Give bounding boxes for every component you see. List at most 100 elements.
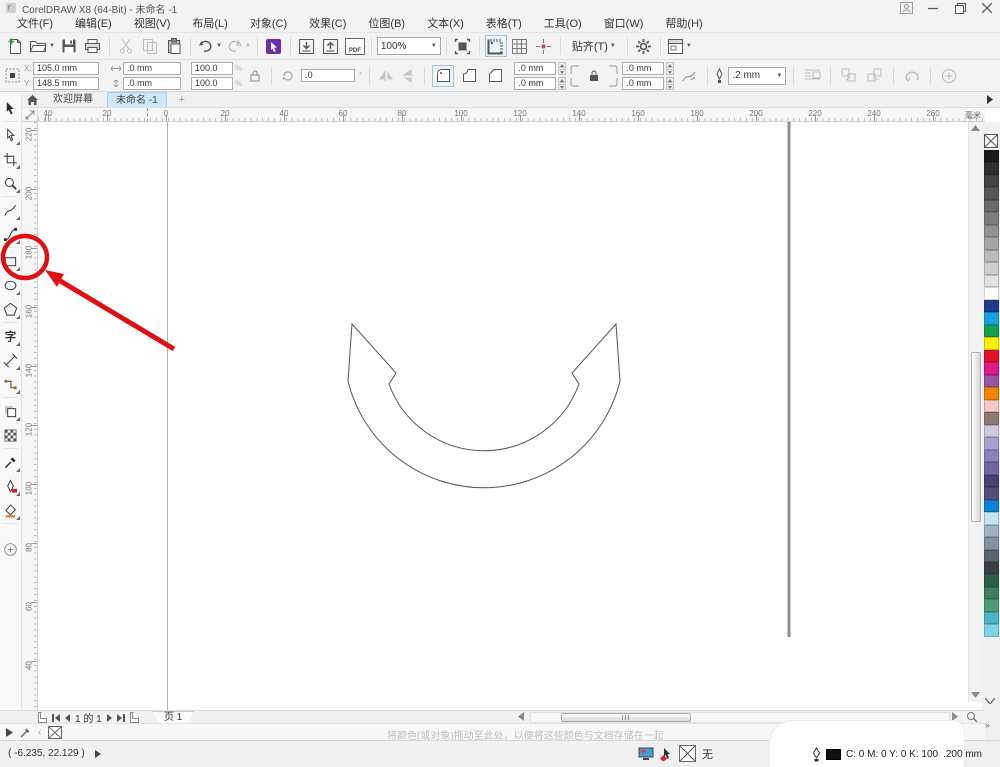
rotation-angle-field[interactable]: .0: [301, 69, 356, 82]
menu-item-3[interactable]: 布局(L): [181, 16, 238, 33]
palette-swatch-7[interactable]: [984, 237, 999, 250]
export-button[interactable]: [320, 35, 342, 57]
menu-item-1[interactable]: 编辑(E): [64, 16, 123, 33]
palette-swatch-26[interactable]: [984, 474, 999, 488]
curved-arrow-shape[interactable]: [347, 322, 621, 489]
palette-scroll-down-icon[interactable]: [985, 698, 995, 704]
palette-swatch-35[interactable]: [984, 586, 999, 600]
bspline-tool[interactable]: [0, 222, 21, 246]
scale-y-field[interactable]: 100.0: [191, 76, 233, 90]
color-proof-icon[interactable]: [660, 747, 673, 761]
palette-swatch-32[interactable]: [984, 549, 999, 562]
eyedropper-tool[interactable]: [0, 450, 21, 474]
scroll-right-icon[interactable]: [952, 712, 958, 721]
corner-br-down[interactable]: [666, 83, 675, 90]
palette-swatch-17[interactable]: [984, 362, 999, 375]
to-front-button[interactable]: [838, 65, 860, 87]
outline-width-select[interactable]: .2 mm ▼: [728, 66, 787, 85]
full-screen-preview-button[interactable]: [452, 35, 474, 57]
polygon-tool[interactable]: [0, 297, 21, 321]
palette-swatch-13[interactable]: [984, 312, 999, 325]
palette-swatch-18[interactable]: [984, 374, 999, 388]
menu-item-7[interactable]: 文本(X): [416, 16, 475, 33]
corner-br-up[interactable]: [666, 76, 675, 83]
connector-tool[interactable]: [0, 372, 21, 396]
scalloped-corner-button[interactable]: [458, 65, 480, 87]
docpalette-flyout-icon[interactable]: [6, 728, 13, 737]
menu-item-10[interactable]: 窗口(W): [593, 16, 655, 33]
corner-bl-down[interactable]: [558, 83, 567, 90]
palette-swatch-3[interactable]: [984, 187, 999, 200]
publish-pdf-button[interactable]: PDF: [344, 35, 366, 57]
freehand-tool[interactable]: [0, 198, 21, 222]
copy-button[interactable]: [139, 35, 161, 57]
palette-swatch-16[interactable]: [984, 349, 999, 363]
shape-tool[interactable]: [0, 123, 21, 147]
options-button[interactable]: [633, 35, 655, 57]
palette-swatch-25[interactable]: [984, 462, 999, 475]
lock-ratio-button[interactable]: [246, 67, 264, 85]
object-width-field[interactable]: .0 mm: [123, 61, 181, 75]
corner-tr-down[interactable]: [666, 68, 675, 75]
scroll-left-icon[interactable]: [518, 712, 524, 721]
menu-item-5[interactable]: 效果(C): [298, 16, 357, 33]
application-launcher-button[interactable]: ▼: [666, 35, 693, 57]
outline-pen-tool[interactable]: [0, 474, 21, 498]
previous-page-button[interactable]: [65, 713, 70, 722]
corner-bl-up[interactable]: [558, 76, 567, 83]
home-icon[interactable]: [26, 94, 39, 106]
chamfered-corner-button[interactable]: [484, 65, 506, 87]
palette-swatch-0[interactable]: [984, 150, 999, 163]
corner-tl-down[interactable]: [558, 68, 567, 75]
show-grid-button[interactable]: [509, 35, 531, 57]
palette-swatch-37[interactable]: [984, 611, 999, 625]
open-button[interactable]: ▼: [28, 35, 56, 57]
add-tools-button[interactable]: [0, 537, 21, 561]
relative-corner-scaling-button[interactable]: [678, 65, 700, 87]
palette-swatch-20[interactable]: [984, 399, 999, 413]
menu-item-8[interactable]: 表格(T): [475, 16, 533, 33]
palette-swatch-22[interactable]: [984, 424, 999, 438]
show-guidelines-button[interactable]: [533, 35, 555, 57]
add-properties-button[interactable]: [938, 65, 960, 87]
rectangle-tool[interactable]: [0, 249, 21, 273]
scroll-down-icon[interactable]: [971, 692, 980, 698]
palette-swatch-14[interactable]: [984, 324, 999, 338]
redo-button[interactable]: ▼: [225, 35, 252, 57]
import-button[interactable]: [296, 35, 318, 57]
palette-swatch-12[interactable]: [984, 299, 999, 313]
horizontal-scroll-thumb[interactable]: [561, 713, 691, 722]
crop-tool[interactable]: [0, 147, 21, 171]
undo-dropdown-icon[interactable]: ▼: [216, 43, 222, 49]
corner-tr-up[interactable]: [666, 61, 675, 68]
corner-radius-tr-field[interactable]: .0 mm: [622, 61, 665, 75]
palette-swatch-31[interactable]: [984, 537, 999, 550]
mirror-horizontal-button[interactable]: [377, 67, 395, 85]
palette-swatch-29[interactable]: [984, 512, 999, 525]
minimize-button[interactable]: [926, 2, 940, 14]
docpalette-no-color-swatch[interactable]: [48, 726, 63, 739]
first-page-button[interactable]: [52, 713, 60, 722]
ruler-origin[interactable]: [22, 108, 38, 122]
menu-item-9[interactable]: 工具(O): [533, 16, 593, 33]
show-rulers-button[interactable]: [484, 35, 507, 57]
text-tool[interactable]: 字: [0, 324, 21, 348]
document-color-settings-icon[interactable]: [638, 747, 654, 761]
palette-swatch-10[interactable]: [984, 274, 999, 288]
object-y-field[interactable]: 148.5 mm: [33, 76, 99, 90]
menu-item-11[interactable]: 帮助(H): [654, 16, 713, 33]
palette-expand-icon[interactable]: »: [985, 720, 990, 730]
corner-tl-up[interactable]: [558, 61, 567, 68]
account-icon[interactable]: [899, 2, 913, 14]
drawing-canvas[interactable]: [38, 122, 968, 710]
vertical-scrollbar[interactable]: [968, 122, 982, 702]
palette-swatch-33[interactable]: [984, 561, 999, 575]
palette-swatch-6[interactable]: [984, 224, 999, 238]
palette-swatch-15[interactable]: [984, 337, 999, 350]
zoom-tool[interactable]: [0, 171, 21, 195]
palette-swatch-30[interactable]: [984, 524, 999, 538]
dimension-tool[interactable]: [0, 348, 21, 372]
convert-to-curves-button[interactable]: [901, 65, 923, 87]
add-page-after-icon[interactable]: [129, 712, 139, 723]
last-page-button[interactable]: [116, 713, 125, 722]
